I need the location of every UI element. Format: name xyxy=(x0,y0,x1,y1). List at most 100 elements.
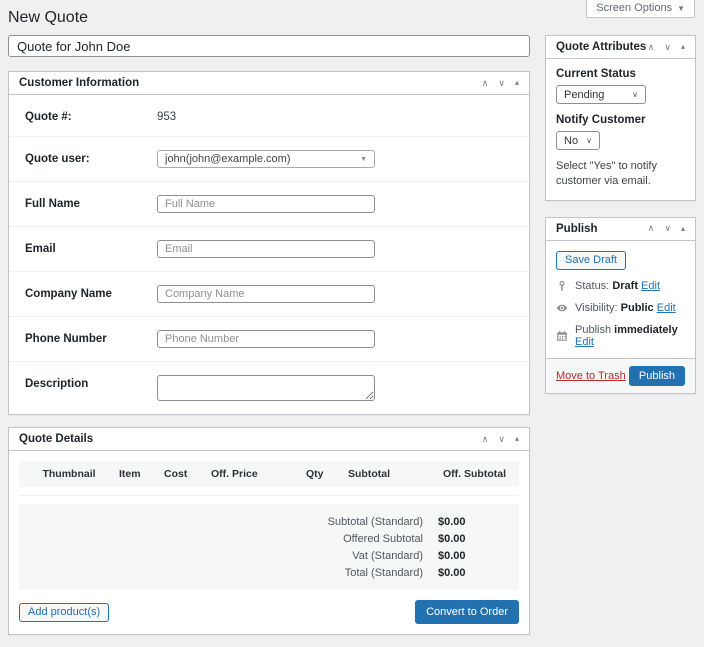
toggle-panel-icon[interactable]: ▴ xyxy=(515,79,519,87)
company-name-input[interactable] xyxy=(157,285,375,303)
quote-number-row: Quote #: 953 xyxy=(9,95,529,137)
order-down-icon[interactable]: ∨ xyxy=(664,43,671,52)
notify-customer-value: No xyxy=(564,135,578,147)
edit-publish-time-link[interactable]: Edit xyxy=(575,336,594,348)
status-label: Status: xyxy=(575,280,609,292)
order-up-icon[interactable]: ∧ xyxy=(482,435,489,444)
total-row: Total (Standard) $0.00 xyxy=(19,564,519,581)
pin-icon xyxy=(556,280,568,292)
quote-number-value: 953 xyxy=(157,108,176,123)
column-header-subtotal: Subtotal xyxy=(348,468,428,480)
publish-panel: Publish ∧ ∨ ▴ Save Draft Status: xyxy=(545,217,696,394)
chevron-down-icon: ∨ xyxy=(586,136,592,145)
screen-options-chevron-icon: ▼ xyxy=(677,4,685,13)
convert-to-order-button[interactable]: Convert to Order xyxy=(415,600,519,624)
vat-value: $0.00 xyxy=(423,550,519,562)
quote-user-select[interactable]: john(john@example.com) ▼ xyxy=(157,150,375,168)
offered-subtotal-label: Offered Subtotal xyxy=(19,533,423,545)
description-label: Description xyxy=(25,375,157,390)
quote-attributes-panel: Quote Attributes ∧ ∨ ▴ Current Status Pe… xyxy=(545,35,696,201)
quote-user-selected-value: john(john@example.com) xyxy=(165,153,291,165)
toggle-panel-icon[interactable]: ▴ xyxy=(681,225,685,233)
vat-label: Vat (Standard) xyxy=(19,550,423,562)
publish-button[interactable]: Publish xyxy=(629,366,685,386)
column-header-item: Item xyxy=(119,468,164,480)
customer-information-title: Customer Information xyxy=(19,77,139,89)
edit-status-link[interactable]: Edit xyxy=(641,280,660,292)
move-to-trash-link[interactable]: Move to Trash xyxy=(556,370,626,382)
quote-user-row: Quote user: john(john@example.com) ▼ xyxy=(9,137,529,182)
quote-number-label: Quote #: xyxy=(25,108,157,123)
total-value: $0.00 xyxy=(423,567,519,579)
company-name-row: Company Name xyxy=(9,272,529,317)
order-down-icon[interactable]: ∨ xyxy=(498,79,505,88)
customer-information-panel: Customer Information ∧ ∨ ▴ Quote #: 953 … xyxy=(8,71,530,415)
offered-subtotal-row: Offered Subtotal $0.00 xyxy=(19,530,519,547)
publishing-actions: Move to Trash Publish xyxy=(546,358,695,393)
quote-details-header: Quote Details ∧ ∨ ▴ xyxy=(9,428,529,451)
status-text: Status: Draft Edit xyxy=(575,280,660,292)
email-input[interactable] xyxy=(157,240,375,258)
empty-items-row xyxy=(19,487,519,496)
quote-attributes-header: Quote Attributes ∧ ∨ ▴ xyxy=(546,36,695,59)
phone-number-input[interactable] xyxy=(157,330,375,348)
quote-title-input[interactable] xyxy=(8,35,530,57)
description-row: Description xyxy=(9,362,529,414)
current-status-select[interactable]: Pending ∨ xyxy=(556,85,646,104)
notify-customer-select[interactable]: No ∨ xyxy=(556,131,600,150)
subtotal-row: Subtotal (Standard) $0.00 xyxy=(19,513,519,530)
order-up-icon[interactable]: ∧ xyxy=(648,224,655,233)
save-draft-button[interactable]: Save Draft xyxy=(556,251,626,270)
full-name-label: Full Name xyxy=(25,195,157,210)
admin-content: Screen Options ▼ New Quote Customer Info… xyxy=(0,0,704,647)
order-up-icon[interactable]: ∧ xyxy=(482,79,489,88)
phone-number-row: Phone Number xyxy=(9,317,529,362)
visibility-value: Public xyxy=(621,302,654,314)
order-up-icon[interactable]: ∧ xyxy=(648,43,655,52)
column-header-qty: Qty xyxy=(306,468,348,480)
email-row: Email xyxy=(9,227,529,272)
visibility-row: Visibility: Public Edit xyxy=(556,302,685,314)
quote-attributes-title: Quote Attributes xyxy=(556,41,646,53)
notify-help-text: Select "Yes" to notify customer via emai… xyxy=(556,159,685,189)
offered-subtotal-value: $0.00 xyxy=(423,533,519,545)
publish-time-text: Publish immediately Edit xyxy=(575,324,685,348)
order-down-icon[interactable]: ∨ xyxy=(498,435,505,444)
total-label: Total (Standard) xyxy=(19,567,423,579)
eye-icon xyxy=(556,302,568,314)
toggle-panel-icon[interactable]: ▴ xyxy=(515,435,519,443)
column-header-off-subtotal: Off. Subtotal xyxy=(428,468,519,480)
full-name-row: Full Name xyxy=(9,182,529,227)
notify-customer-label: Notify Customer xyxy=(556,114,685,126)
totals-section: Subtotal (Standard) $0.00 Offered Subtot… xyxy=(19,504,519,590)
edit-visibility-link[interactable]: Edit xyxy=(657,302,676,314)
vat-row: Vat (Standard) $0.00 xyxy=(19,547,519,564)
current-status-value: Pending xyxy=(564,89,604,101)
full-name-input[interactable] xyxy=(157,195,375,213)
chevron-down-icon: ∨ xyxy=(632,90,638,99)
email-label: Email xyxy=(25,240,157,255)
phone-number-label: Phone Number xyxy=(25,330,157,345)
toggle-panel-icon[interactable]: ▴ xyxy=(681,43,685,51)
visibility-label: Visibility: xyxy=(575,302,618,314)
publish-title: Publish xyxy=(556,223,598,235)
add-products-button[interactable]: Add product(s) xyxy=(19,603,109,622)
subtotal-label: Subtotal (Standard) xyxy=(19,516,423,528)
order-down-icon[interactable]: ∨ xyxy=(664,224,671,233)
screen-options-label: Screen Options xyxy=(596,2,672,14)
quote-details-panel: Quote Details ∧ ∨ ▴ Thumbnail Item Cost … xyxy=(8,427,530,635)
column-header-off-price: Off. Price xyxy=(211,468,306,480)
publish-header: Publish ∧ ∨ ▴ xyxy=(546,218,695,241)
publish-time-label: Publish xyxy=(575,324,611,336)
dropdown-arrow-icon: ▼ xyxy=(360,156,367,163)
status-row: Status: Draft Edit xyxy=(556,280,685,292)
publish-time-row: Publish immediately Edit xyxy=(556,324,685,348)
quote-user-label: Quote user: xyxy=(25,150,157,165)
description-textarea[interactable] xyxy=(157,375,375,401)
column-header-thumbnail: Thumbnail xyxy=(19,468,119,480)
company-name-label: Company Name xyxy=(25,285,157,300)
visibility-text: Visibility: Public Edit xyxy=(575,302,676,314)
subtotal-value: $0.00 xyxy=(423,516,519,528)
screen-options-button[interactable]: Screen Options ▼ xyxy=(586,0,695,18)
publish-time-value: immediately xyxy=(614,324,678,336)
